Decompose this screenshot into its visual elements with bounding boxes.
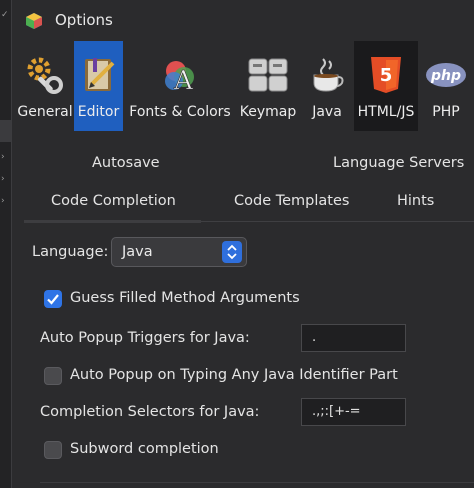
options-dialog: Options General Editor A Fonts & Colors … xyxy=(11,0,474,488)
php-icon: php xyxy=(424,53,468,97)
category-editor[interactable]: Editor xyxy=(74,41,123,131)
popup-triggers-input[interactable]: . xyxy=(301,324,406,352)
checkmark-icon xyxy=(47,294,59,305)
fonts-colors-icon: A xyxy=(158,53,202,97)
language-select[interactable]: Java xyxy=(111,237,247,267)
category-php[interactable]: php PHP xyxy=(422,41,470,131)
options-tabs: Autosave Language Servers Code Completio… xyxy=(12,131,474,223)
tab-autosave[interactable]: Autosave xyxy=(92,155,160,171)
tab-hints[interactable]: Hints xyxy=(397,193,434,209)
selectors-value: .,;:[+-= xyxy=(312,404,361,419)
select-arrows-icon xyxy=(222,241,242,263)
selectors-label: Completion Selectors for Java: xyxy=(40,404,260,420)
svg-text:A: A xyxy=(173,66,194,95)
popup-triggers-value: . xyxy=(312,330,317,345)
java-cup-icon xyxy=(305,53,349,97)
chevron-right-icon[interactable]: › xyxy=(1,152,5,162)
category-keymap[interactable]: Keymap xyxy=(238,41,298,131)
panel-divider xyxy=(40,482,474,483)
keyboard-icon xyxy=(246,53,290,97)
html5-icon: 5 xyxy=(364,53,408,97)
category-editor-label: Editor xyxy=(77,104,120,120)
category-java-label: Java xyxy=(312,104,342,120)
category-fonts-colors[interactable]: A Fonts & Colors xyxy=(125,41,235,131)
category-php-label: PHP xyxy=(432,104,460,120)
category-fonts-colors-label: Fonts & Colors xyxy=(129,104,231,120)
guess-args-checkbox[interactable] xyxy=(44,290,62,308)
tab-code-templates[interactable]: Code Templates xyxy=(234,193,349,209)
popup-typing-label: Auto Popup on Typing Any Java Identifier… xyxy=(70,367,398,383)
title-bar[interactable]: Options xyxy=(12,0,474,40)
netbeans-cube-icon xyxy=(26,13,42,29)
selectors-input[interactable]: .,;:[+-= xyxy=(301,398,406,426)
category-html-js[interactable]: 5 HTML/JS xyxy=(354,41,418,131)
chevron-right-icon[interactable]: › xyxy=(1,174,5,184)
code-completion-panel: Language: Java Guess Filled Method Argum… xyxy=(12,224,474,488)
category-java[interactable]: Java xyxy=(302,41,352,131)
subword-checkbox[interactable] xyxy=(44,441,62,459)
category-html-js-label: HTML/JS xyxy=(357,104,415,120)
category-toolbar: General Editor A Fonts & Colors Keymap J… xyxy=(12,41,474,131)
language-label: Language: xyxy=(32,244,109,260)
tab-code-completion[interactable]: Code Completion xyxy=(51,193,176,209)
subword-label: Subword completion xyxy=(70,441,219,457)
tab-language-servers[interactable]: Language Servers xyxy=(333,155,464,171)
language-select-value: Java xyxy=(122,244,153,260)
dialog-title: Options xyxy=(55,11,113,29)
gutter-selection xyxy=(0,120,11,142)
category-general[interactable]: General xyxy=(16,41,74,131)
editor-book-icon xyxy=(77,53,121,97)
popup-triggers-label: Auto Popup Triggers for Java: xyxy=(40,330,250,346)
gears-icon xyxy=(23,53,67,97)
selected-tab-indicator xyxy=(24,220,201,223)
check-mark-icon: ✓ xyxy=(1,10,9,20)
svg-text:5: 5 xyxy=(380,65,393,86)
svg-text:php: php xyxy=(430,68,461,84)
category-keymap-label: Keymap xyxy=(239,104,297,120)
popup-typing-checkbox[interactable] xyxy=(44,367,62,385)
chevron-right-icon[interactable]: › xyxy=(1,196,5,206)
guess-args-label: Guess Filled Method Arguments xyxy=(70,290,300,306)
background-gutter: ✓ › › › xyxy=(0,0,11,488)
category-general-label: General xyxy=(17,104,73,120)
